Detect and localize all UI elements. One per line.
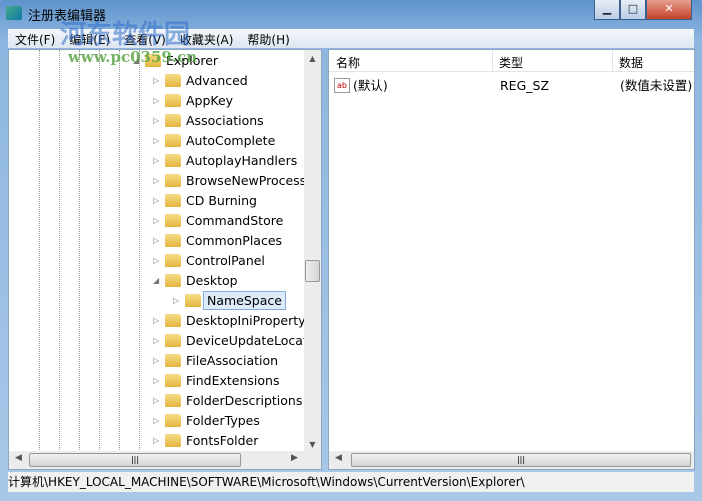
folder-icon <box>165 334 181 347</box>
menu-file[interactable]: 文件(F) <box>8 29 62 48</box>
tree-item-label: FontsFolder <box>186 433 259 448</box>
tree-item-label: BrowseNewProcess <box>186 173 307 188</box>
expand-icon[interactable]: ▷ <box>153 171 161 191</box>
maximize-button[interactable]: □ <box>620 0 646 20</box>
folder-icon <box>165 174 181 187</box>
tree-item-label: NameSpace <box>203 291 286 310</box>
list-header: 名称 类型 数据 <box>329 50 694 72</box>
tree-vertical-scrollbar[interactable]: ▲ ▼ <box>304 50 321 453</box>
scroll-thumb[interactable] <box>305 260 320 282</box>
column-data[interactable]: 数据 <box>619 54 643 71</box>
tree-item-label: FolderTypes <box>186 413 260 428</box>
folder-icon <box>165 274 181 287</box>
watermark: 河东软件园 <box>60 20 191 50</box>
expand-icon[interactable]: ▷ <box>153 411 161 431</box>
folder-icon <box>165 374 181 387</box>
folder-icon <box>165 214 181 227</box>
tree-item-label: AppKey <box>186 93 234 108</box>
collapse-icon[interactable]: ◢ <box>153 271 161 291</box>
expand-icon[interactable]: ▷ <box>153 231 161 251</box>
expand-icon[interactable]: ▷ <box>153 151 161 171</box>
tree-item-label: DesktopIniPropertyMap <box>186 313 322 328</box>
expand-icon[interactable]: ▷ <box>153 131 161 151</box>
tree-item-label: Desktop <box>186 273 238 288</box>
tree-item-label: Associations <box>186 113 264 128</box>
folder-icon <box>165 314 181 327</box>
menu-help[interactable]: 帮助(H) <box>240 29 296 48</box>
folder-icon <box>165 434 181 447</box>
tree-item-label: FindExtensions <box>186 373 280 388</box>
folder-icon <box>165 94 181 107</box>
expand-icon[interactable]: ▷ <box>153 251 161 271</box>
expand-icon[interactable]: ▷ <box>153 91 161 111</box>
expand-icon[interactable]: ▷ <box>153 371 161 391</box>
tree-item-label: DeviceUpdateLocations <box>186 333 322 348</box>
expand-icon[interactable]: ▷ <box>153 331 161 351</box>
folder-icon <box>165 414 181 427</box>
folder-icon <box>165 194 181 207</box>
tree-item-label: CommonPlaces <box>186 233 283 248</box>
tree-item-label: AutoplayHandlers <box>186 153 298 168</box>
tree-item-label: Advanced <box>186 73 248 88</box>
folder-icon <box>165 394 181 407</box>
list-row[interactable]: ab (默认) REG_SZ (数值未设置) <box>333 76 693 96</box>
tree-item-label: AutoComplete <box>186 133 276 148</box>
tree-item-label: FolderDescriptions <box>186 393 303 408</box>
expand-icon[interactable]: ▷ <box>153 311 161 331</box>
expand-icon[interactable]: ▷ <box>153 211 161 231</box>
folder-icon <box>165 114 181 127</box>
expand-icon[interactable]: ▷ <box>153 431 161 451</box>
folder-icon <box>165 74 181 87</box>
folder-icon <box>165 134 181 147</box>
folder-icon <box>185 294 201 307</box>
folder-icon <box>165 354 181 367</box>
list-horizontal-scrollbar[interactable]: ◀ ||| <box>329 451 694 469</box>
column-name[interactable]: 名称 <box>336 54 360 71</box>
tree-item-label: ControlPanel <box>186 253 265 268</box>
tree-item-label: FileAssociation <box>186 353 279 368</box>
expand-icon[interactable]: ▷ <box>153 191 161 211</box>
tree-horizontal-scrollbar[interactable]: ◀ ||| ▶ <box>9 451 321 469</box>
folder-icon <box>165 154 181 167</box>
key-tree[interactable]: ◢ Explorer ▷ Advanced ▷ AppKey ▷ Associations… <box>8 49 322 470</box>
tree-item-label: CD Burning <box>186 193 257 208</box>
minimize-button[interactable]: ▁ <box>594 0 620 20</box>
watermark-url: www.pc0359.cn <box>68 48 198 66</box>
expand-icon[interactable]: ▷ <box>153 351 161 371</box>
close-button[interactable]: ✕ <box>646 0 692 20</box>
column-type[interactable]: 类型 <box>499 54 523 71</box>
expand-icon[interactable]: ▷ <box>153 391 161 411</box>
expand-icon[interactable]: ▷ <box>153 71 161 91</box>
expand-icon[interactable]: ▷ <box>173 291 181 311</box>
folder-icon <box>165 234 181 247</box>
folder-icon <box>165 254 181 267</box>
string-value-icon: ab <box>334 78 350 93</box>
status-bar: 计算机\HKEY_LOCAL_MACHINE\SOFTWARE\Microsof… <box>8 472 694 492</box>
tree-item-label: CommandStore <box>186 213 284 228</box>
registry-icon <box>6 6 22 20</box>
value-list[interactable]: 名称 类型 数据 ab (默认) REG_SZ (数值未设置) ◀ ||| <box>328 49 695 470</box>
window: 注册表编辑器 ▁ □ ✕ 文件(F) 编辑(E) 查看(V) 收藏夹(A) 帮助… <box>0 0 702 501</box>
expand-icon[interactable]: ▷ <box>153 111 161 131</box>
